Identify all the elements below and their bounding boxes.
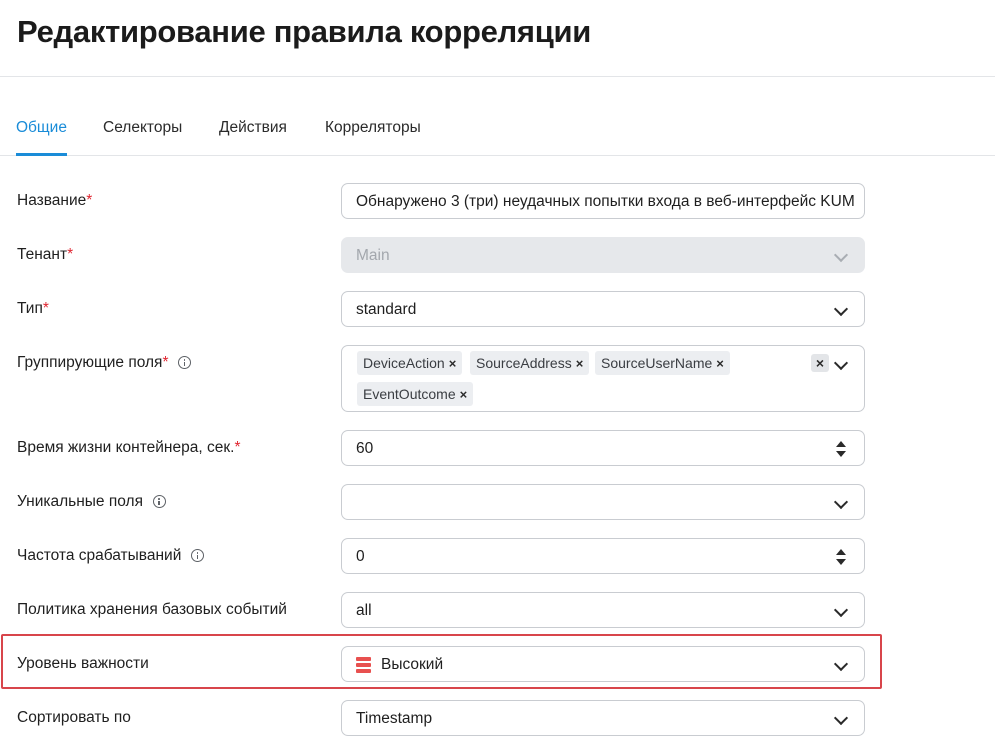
header-divider bbox=[0, 76, 995, 77]
chip-label: SourceAddress bbox=[476, 355, 572, 371]
stepper-down[interactable] bbox=[836, 559, 846, 565]
unique-fields-select[interactable] bbox=[341, 484, 865, 520]
chevron-down-icon[interactable] bbox=[833, 301, 849, 317]
number-stepper-icon[interactable] bbox=[836, 441, 846, 457]
tab-selectors[interactable]: Селекторы bbox=[103, 119, 182, 137]
chip-label: SourceUserName bbox=[601, 355, 713, 371]
unique-fields-label-text: Уникальные поля bbox=[17, 493, 143, 510]
type-select-value: standard bbox=[356, 301, 417, 318]
close-icon[interactable]: × bbox=[716, 356, 724, 371]
required-mark: * bbox=[86, 192, 93, 209]
close-icon[interactable]: × bbox=[460, 387, 468, 402]
correlation-rule-editor: Редактирование правила корреляции Общие … bbox=[0, 0, 995, 749]
ttl-label: Время жизни контейнера, сек.* bbox=[17, 438, 240, 458]
sort-by-label-text: Сортировать по bbox=[17, 709, 131, 726]
info-icon[interactable] bbox=[191, 549, 205, 562]
tenant-label-text: Тенант bbox=[17, 246, 68, 263]
clear-all-icon[interactable]: × bbox=[811, 354, 829, 372]
sort-by-label: Сортировать по bbox=[17, 708, 131, 728]
tab-general[interactable]: Общие bbox=[16, 119, 67, 137]
chip-event-outcome: EventOutcome × bbox=[357, 382, 474, 406]
chip-source-address: SourceAddress × bbox=[470, 351, 590, 375]
stepper-up[interactable] bbox=[836, 549, 846, 555]
required-mark: * bbox=[67, 246, 74, 263]
name-label: Название* bbox=[17, 191, 92, 211]
info-icon[interactable] bbox=[178, 356, 192, 369]
trigger-rate-number-input[interactable]: 0 bbox=[341, 538, 865, 574]
type-label-text: Тип bbox=[17, 300, 43, 317]
chip-label: DeviceAction bbox=[363, 355, 445, 371]
name-label-text: Название bbox=[17, 192, 87, 209]
ttl-label-text: Время жизни контейнера, сек. bbox=[17, 439, 235, 456]
tenant-select: Main bbox=[341, 237, 865, 273]
info-icon[interactable] bbox=[152, 495, 166, 508]
close-icon[interactable]: × bbox=[449, 356, 457, 371]
required-mark: * bbox=[42, 300, 49, 317]
type-label: Тип* bbox=[17, 299, 49, 319]
required-mark: * bbox=[234, 439, 241, 456]
grouping-fields-multiselect[interactable]: DeviceAction × SourceAddress × SourceUserN… bbox=[341, 345, 865, 412]
tenant-select-value: Main bbox=[356, 247, 390, 264]
ttl-number-input[interactable]: 60 bbox=[341, 430, 865, 466]
ttl-input-value: 60 bbox=[356, 440, 374, 457]
active-tab-indicator bbox=[16, 153, 67, 156]
sort-by-value: Timestamp bbox=[356, 710, 433, 727]
sort-by-select[interactable]: Timestamp bbox=[341, 700, 865, 736]
required-mark: * bbox=[162, 354, 169, 371]
tab-bar: Общие Селекторы Действия Корреляторы bbox=[0, 100, 995, 156]
tenant-label: Тенант* bbox=[17, 245, 73, 265]
tab-actions[interactable]: Действия bbox=[219, 119, 287, 137]
chip-label: EventOutcome bbox=[363, 386, 456, 402]
grouping-fields-label: Группирующие поля* bbox=[17, 353, 192, 373]
name-input-value: Обнаружено 3 (три) неудачных попытки вхо… bbox=[356, 193, 855, 210]
stepper-down[interactable] bbox=[836, 451, 846, 457]
storage-policy-select[interactable]: all bbox=[341, 592, 865, 628]
storage-policy-label: Политика хранения базовых событий bbox=[17, 600, 287, 620]
chevron-down-icon bbox=[833, 247, 849, 263]
chevron-down-icon[interactable] bbox=[833, 602, 849, 618]
tabs-divider bbox=[0, 155, 995, 156]
tab-correlators[interactable]: Корреляторы bbox=[325, 119, 421, 137]
chevron-down-icon[interactable] bbox=[833, 494, 849, 510]
trigger-rate-label-text: Частота срабатываний bbox=[17, 547, 182, 564]
storage-policy-label-text: Политика хранения базовых событий bbox=[17, 601, 287, 618]
stepper-up[interactable] bbox=[836, 441, 846, 447]
severity-highlight-frame bbox=[1, 634, 882, 689]
chip-source-user-name: SourceUserName × bbox=[595, 351, 730, 375]
storage-policy-value: all bbox=[356, 602, 372, 619]
trigger-rate-value: 0 bbox=[356, 548, 365, 565]
chip-device-action: DeviceAction × bbox=[357, 351, 463, 375]
chevron-down-icon[interactable] bbox=[833, 355, 849, 371]
type-select[interactable]: standard bbox=[341, 291, 865, 327]
name-input[interactable]: Обнаружено 3 (три) неудачных попытки вхо… bbox=[341, 183, 865, 219]
close-icon[interactable]: × bbox=[576, 356, 584, 371]
number-stepper-icon[interactable] bbox=[836, 549, 846, 565]
unique-fields-label: Уникальные поля bbox=[17, 492, 166, 512]
chevron-down-icon[interactable] bbox=[833, 710, 849, 726]
trigger-rate-label: Частота срабатываний bbox=[17, 546, 205, 566]
page-title: Редактирование правила корреляции bbox=[17, 14, 591, 49]
grouping-fields-label-text: Группирующие поля bbox=[17, 354, 163, 371]
